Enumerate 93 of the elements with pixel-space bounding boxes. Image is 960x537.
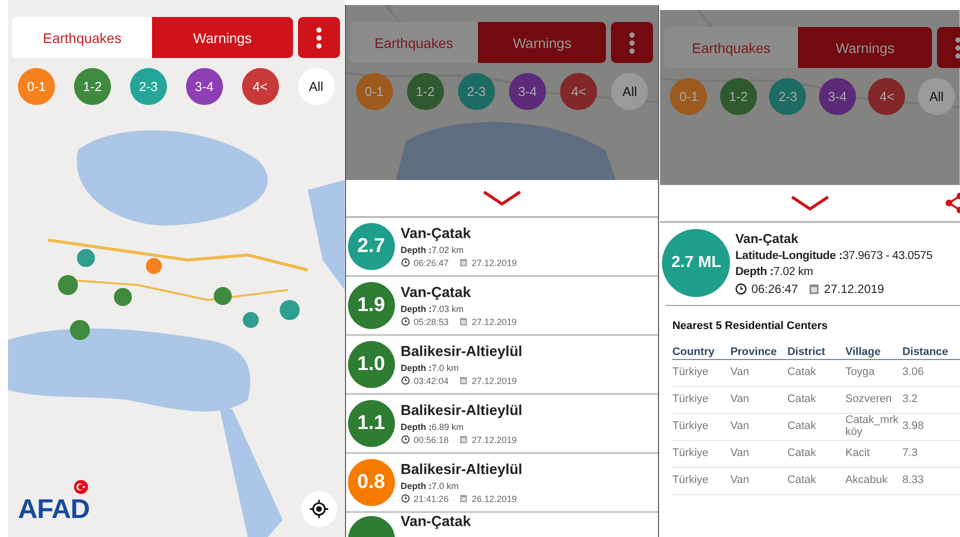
tab[interactable]: Warnings: [798, 27, 932, 68]
date-text: 27.12.2019: [472, 376, 517, 386]
table-cell-text: 3.2: [902, 394, 919, 406]
clock-icon: [400, 258, 410, 267]
share-icon[interactable]: [944, 192, 960, 214]
more-icon: [316, 26, 322, 48]
tab[interactable]: Warnings: [152, 17, 293, 58]
menu-button[interactable]: [298, 17, 340, 58]
time-text: 03:42:04: [414, 376, 449, 386]
date-text: 27.12.2019: [472, 316, 517, 326]
table-cell-text: Van: [730, 448, 750, 460]
column-header: Distance: [902, 346, 950, 358]
tab[interactable]: Earthquakes: [350, 22, 478, 63]
time-text: 06:26:47: [751, 282, 798, 296]
more-icon: [955, 36, 960, 58]
more-icon: [629, 32, 636, 54]
table-cell-text: Catak_mrkköy: [845, 415, 900, 439]
clock-icon: [735, 282, 748, 294]
table-cell-text: Van: [730, 394, 750, 406]
depth-text: Depth :6.89 km: [400, 422, 465, 432]
clock-icon: [400, 376, 410, 385]
tab[interactable]: Warnings: [478, 22, 606, 63]
clock-icon: [400, 317, 410, 326]
magnitude-badge: 1.1: [348, 400, 395, 447]
location-name: Van-Çatak: [400, 226, 472, 242]
chevron-down-icon[interactable]: [482, 190, 522, 206]
magnitude-badge: 2.7: [348, 223, 395, 270]
location-name: Balikesir-Altieylül: [400, 462, 522, 478]
table-cell-text: Catak: [787, 448, 818, 460]
table-cell-text: Toyga: [845, 367, 876, 379]
table-cell-text: 7.3: [902, 448, 919, 460]
depth-text: Depth :7.02 km: [735, 266, 814, 278]
column-header: Country: [672, 346, 716, 358]
tab[interactable]: Earthquakes: [12, 17, 152, 58]
table-cell-text: Catak: [787, 475, 818, 487]
magnitude-badge: 1.0: [348, 341, 395, 388]
menu-button[interactable]: [611, 22, 654, 63]
depth-text: Depth :7.0 km: [400, 362, 460, 372]
location-name: Balikesir-Altieylül: [400, 344, 522, 360]
table-cell-text: Türkiye: [672, 394, 710, 406]
depth-text: Depth :7.02 km: [400, 244, 465, 254]
time-text: 06:26:47: [414, 258, 449, 268]
time-text: 00:56:18: [414, 434, 449, 444]
location-name: Van-Çatak: [735, 230, 800, 246]
calendar-icon: [458, 494, 468, 503]
table-cell-text: 3.06: [902, 367, 925, 379]
table-cell-text: Van: [730, 421, 750, 433]
table-cell-text: Akcabuk: [845, 475, 889, 487]
magnitude-badge: 0.8: [348, 459, 395, 506]
table-cell-text: Türkiye: [672, 475, 710, 487]
table-cell-text: 3.98: [902, 421, 925, 433]
clock-icon: [400, 435, 410, 444]
table-cell-text: Van: [730, 475, 750, 487]
column-header: Village: [845, 346, 882, 358]
time-text: 05:28:53: [414, 316, 449, 326]
earthquake-markers-drawing[interactable]: [58, 249, 300, 340]
location-name: Van-Çatak: [400, 284, 472, 300]
chevron-down-icon[interactable]: [790, 195, 830, 211]
date-text: 27.12.2019: [472, 434, 517, 444]
flag-icon: [74, 480, 88, 494]
table-cell-text: Catak: [787, 367, 818, 379]
magnitude-badge: 2.7 ML: [662, 229, 730, 297]
column-header: District: [787, 346, 826, 358]
table-cell-text: Sozveren: [845, 394, 893, 406]
calendar-icon: [458, 317, 468, 326]
date-text: 26.12.2019: [472, 494, 517, 504]
date-text: 27.12.2019: [472, 258, 517, 268]
table-cell-text: Türkiye: [672, 421, 710, 433]
calendar-icon: [458, 258, 468, 267]
depth-text: Depth :7.03 km: [400, 304, 465, 314]
table-cell-text: Türkiye: [672, 367, 710, 379]
tab[interactable]: Earthquakes: [664, 27, 798, 68]
table-cell-text: Catak: [787, 421, 818, 433]
time-text: 21:41:26: [414, 494, 449, 504]
section-title: Nearest 5 Residential Centers: [672, 320, 829, 332]
calendar-icon: [458, 376, 468, 385]
table-cell-text: Türkiye: [672, 448, 710, 460]
afad-logo: AFAD: [18, 494, 90, 525]
location-name: Van-Çatak: [400, 514, 471, 530]
column-header: Province: [730, 346, 778, 358]
table-cell-text: Kacit: [845, 448, 871, 460]
table-cell-text: Catak: [787, 394, 818, 406]
location-name: Balikesir-Altieylül: [400, 402, 522, 418]
table-cell-text: Van: [730, 367, 750, 379]
coordinates-text: Latitude-Longitude :37.9673 - 43.0575: [735, 250, 932, 262]
clock-icon: [400, 494, 410, 503]
date-text: 27.12.2019: [824, 282, 884, 296]
calendar-icon: [808, 282, 820, 294]
magnitude-badge: 1.9: [348, 282, 395, 329]
table-cell-text: 8.33: [902, 475, 925, 487]
crosshair-icon: [308, 499, 329, 519]
calendar-icon: [458, 435, 468, 444]
depth-text: Depth :7.0 km: [400, 480, 460, 490]
